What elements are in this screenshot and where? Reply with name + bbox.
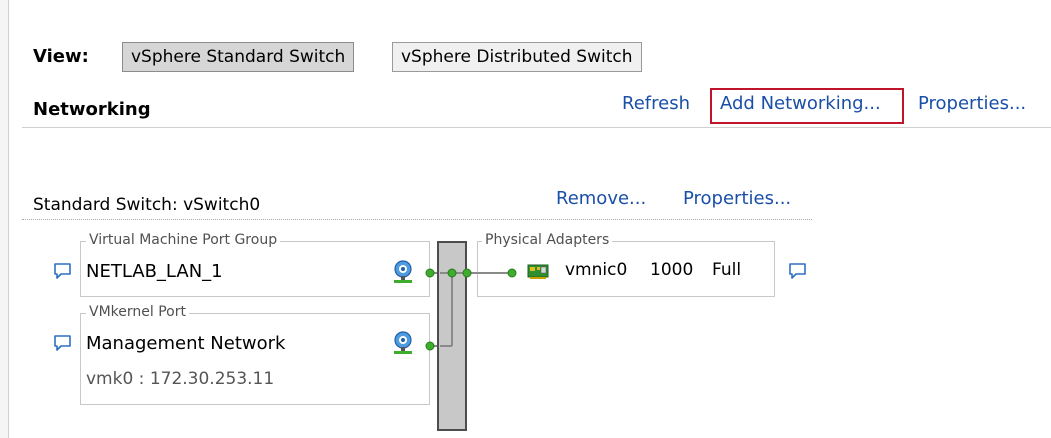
connector-dots <box>425 268 517 351</box>
vm-port-group-info-icon[interactable] <box>53 263 72 280</box>
network-globe-icon <box>394 331 412 354</box>
network-globe-icon <box>394 260 412 283</box>
physical-adapter-info-icon[interactable] <box>788 263 807 280</box>
vmkernel-port-info-icon[interactable] <box>53 335 72 352</box>
nic-card-icon <box>527 264 549 279</box>
